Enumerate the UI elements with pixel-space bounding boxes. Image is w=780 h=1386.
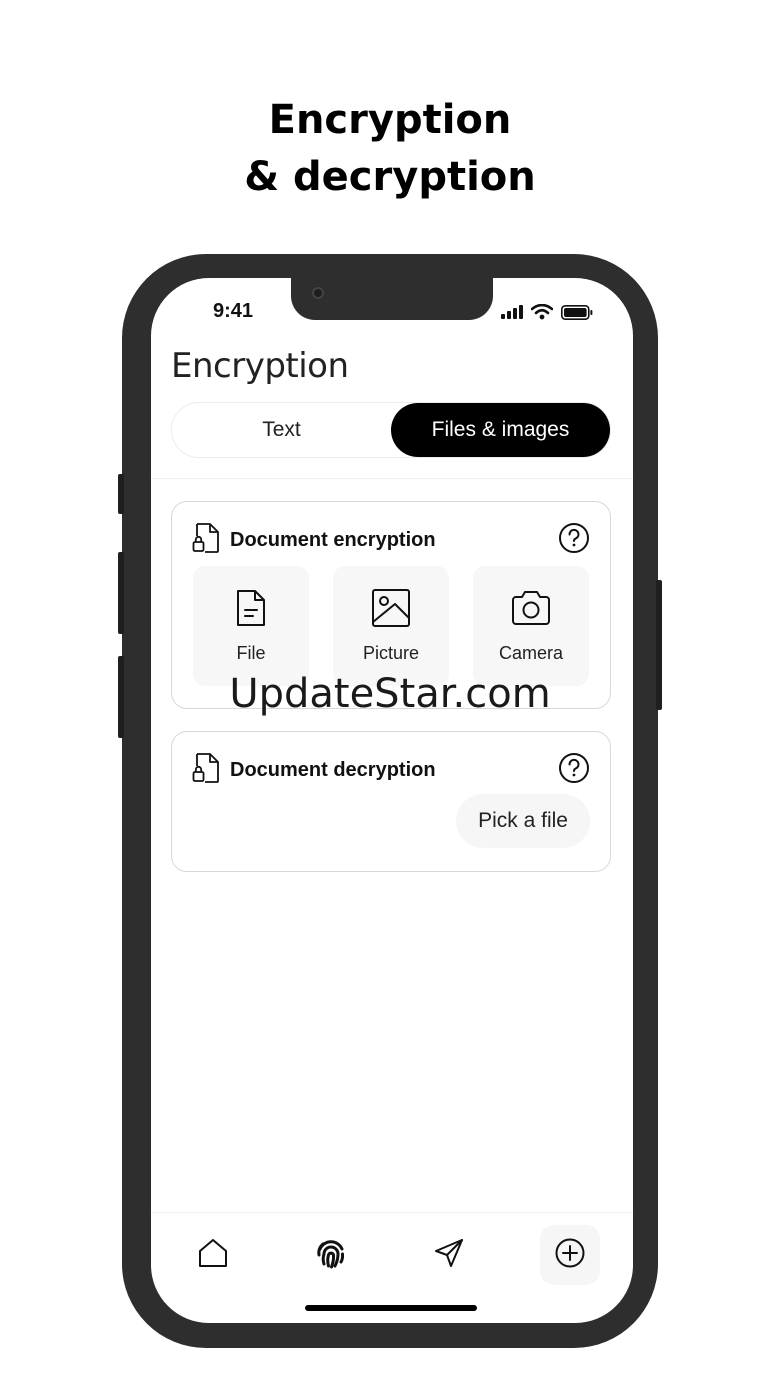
locked-document-icon <box>192 752 220 789</box>
phone-volume-down <box>118 656 124 738</box>
mode-tabs: Text Files & images <box>171 402 611 458</box>
nav-home[interactable] <box>183 1225 243 1285</box>
home-icon <box>197 1237 229 1274</box>
home-indicator[interactable] <box>305 1305 477 1311</box>
tab-files-images[interactable]: Files & images <box>391 403 610 457</box>
page-title: Encryption <box>171 346 349 386</box>
add-circle-icon <box>554 1237 586 1274</box>
fingerprint-icon <box>315 1237 347 1274</box>
wifi-icon <box>530 303 554 325</box>
document-encryption-card: Document encryption File Picture Camera <box>171 501 611 709</box>
header-divider <box>151 478 633 479</box>
battery-icon <box>561 304 593 325</box>
help-icon[interactable] <box>558 522 590 554</box>
card-header: Document decryption <box>192 752 436 789</box>
option-file[interactable]: File <box>193 566 309 686</box>
status-time: 9:41 <box>213 300 254 322</box>
document-decryption-card: Document decryption Pick a file <box>171 731 611 872</box>
phone-volume-up <box>118 552 124 634</box>
option-label: File <box>236 643 266 663</box>
nav-send[interactable] <box>419 1225 479 1285</box>
card-title: Document encryption <box>230 529 436 551</box>
tab-text[interactable]: Text <box>172 403 391 457</box>
card-title: Document decryption <box>230 759 436 781</box>
status-icons <box>501 303 593 325</box>
help-icon[interactable] <box>558 752 590 784</box>
nav-fingerprint[interactable] <box>301 1225 361 1285</box>
file-icon <box>234 588 268 633</box>
pick-file-button[interactable]: Pick a file <box>456 794 590 848</box>
phone-power-button <box>656 580 662 710</box>
send-icon <box>433 1237 465 1274</box>
image-icon <box>371 588 411 633</box>
nav-add[interactable] <box>540 1225 600 1285</box>
option-camera[interactable]: Camera <box>473 566 589 686</box>
option-label: Picture <box>362 643 420 663</box>
phone-screen: 9:41 Encryption Text Files & images Docu… <box>151 278 633 1323</box>
front-camera <box>312 287 324 299</box>
cellular-signal-icon <box>501 305 523 324</box>
notch <box>291 278 493 320</box>
option-picture[interactable]: Picture <box>333 566 449 686</box>
locked-document-icon <box>192 522 220 559</box>
headline-line-1: Encryption <box>268 97 512 143</box>
card-header: Document encryption <box>192 522 436 559</box>
camera-icon <box>509 588 553 633</box>
promo-headline: Encryption & decryption <box>0 92 780 206</box>
phone-side-button <box>118 474 124 514</box>
option-label: Camera <box>498 643 564 663</box>
headline-line-2: & decryption <box>244 154 536 200</box>
